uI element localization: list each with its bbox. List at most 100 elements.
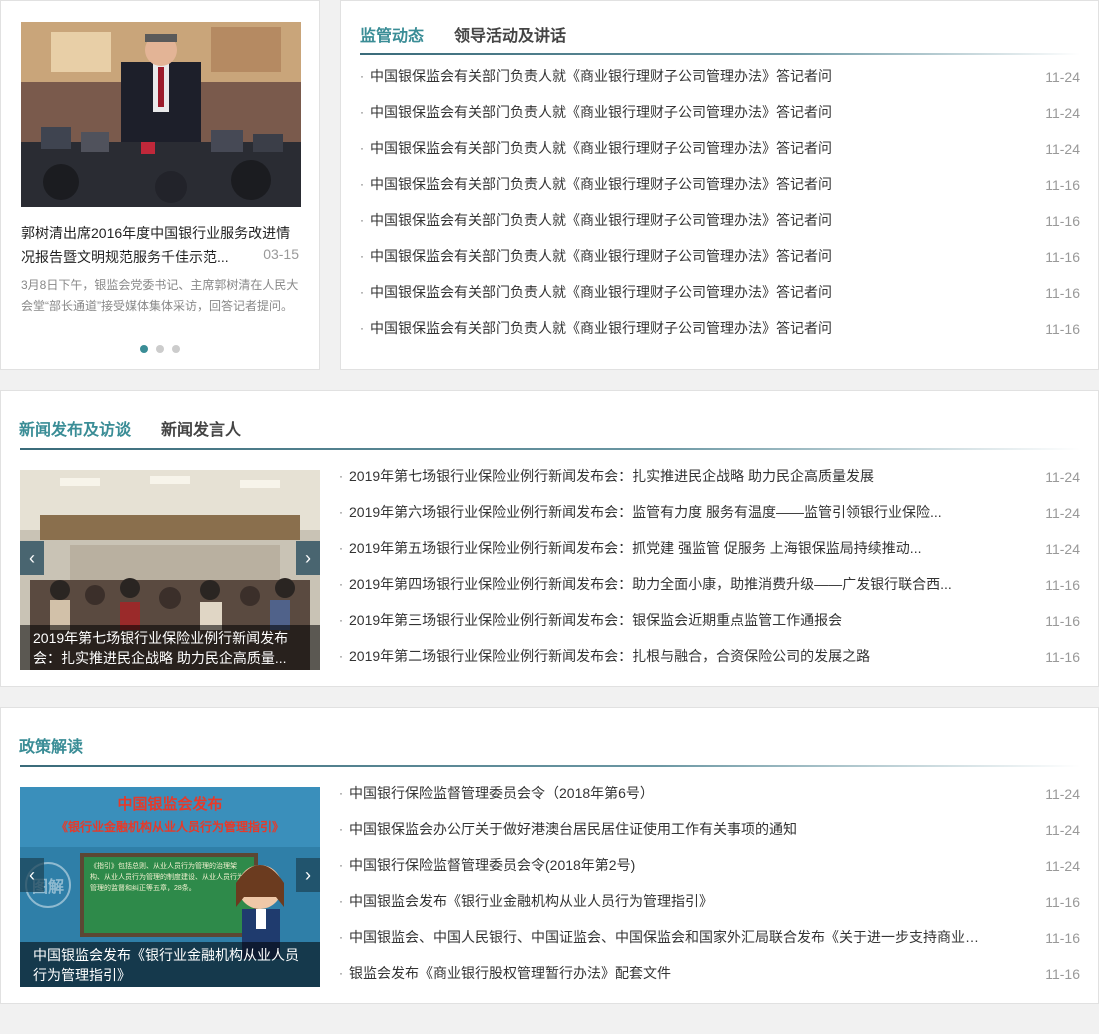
featured-date: 03-15 <box>263 246 299 262</box>
featured-story-panel: 郭树清出席2016年度中国银行业服务改进情况报告暨文明规范服务千佳示范... 0… <box>0 0 320 370</box>
list-item-date: 11-24 <box>1045 469 1080 485</box>
poster-board-text: 《指引》包括总则、从业人员行为管理的治理架构、从业人员行为管理的制度建设、从业人… <box>90 863 244 892</box>
list-item[interactable]: · 中国银保监会有关部门负责人就《商业银行理财子公司管理办法》答记者问 11-16 <box>360 166 1080 202</box>
list-item-title[interactable]: 中国银保监会有关部门负责人就《商业银行理财子公司管理办法》答记者问 <box>370 130 970 166</box>
list-item-title[interactable]: 2019年第三场银行业保险业例行新闻发布会：银保监会近期重点监管工作通报会 <box>349 602 989 638</box>
regulatory-news-list: · 中国银保监会有关部门负责人就《商业银行理财子公司管理办法》答记者问 11-24 … <box>360 58 1080 346</box>
list-item-date: 11-16 <box>1045 577 1080 593</box>
list-item-date: 11-16 <box>1045 966 1080 982</box>
list-item[interactable]: · 中国银行保险监督管理委员会令（2018年第6号） 11-24 <box>339 775 1080 811</box>
list-item-title[interactable]: 中国银监会发布《银行业金融机构从业人员行为管理指引》 <box>349 883 989 919</box>
list-item-date: 11-16 <box>1045 894 1080 910</box>
list-item[interactable]: · 2019年第四场银行业保险业例行新闻发布会：助力全面小康，助推消费升级——广发… <box>339 566 1080 602</box>
list-item-title[interactable]: 2019年第二场银行业保险业例行新闻发布会：扎根与融合，合资保险公司的发展之路 <box>349 638 989 674</box>
carousel-next-button[interactable]: › <box>296 858 320 892</box>
list-item-title[interactable]: 2019年第四场银行业保险业例行新闻发布会：助力全面小康，助推消费升级——广发银… <box>349 566 989 602</box>
press-tabs: 新闻发布及访谈 新闻发言人 <box>19 416 241 440</box>
list-item-title[interactable]: 2019年第五场银行业保险业例行新闻发布会：抓党建 强监管 促服务 上海银保监局… <box>349 530 989 566</box>
list-item-title[interactable]: 中国银保监会有关部门负责人就《商业银行理财子公司管理办法》答记者问 <box>370 274 970 310</box>
press-release-list: · 2019年第七场银行业保险业例行新闻发布会：扎实推进民企战略 助力民企高质量发… <box>339 458 1080 674</box>
list-item-date: 11-16 <box>1045 213 1080 229</box>
bullet: · <box>360 321 364 335</box>
bullet: · <box>339 966 343 980</box>
tab-regulatory-dynamics[interactable]: 监管动态 <box>360 22 424 46</box>
chevron-left-icon: ‹ <box>29 865 35 885</box>
featured-summary: 3月8日下午，银监会党委书记、主席郭树清在人民大会堂“部长通道”接受媒体集体采访… <box>21 278 299 313</box>
bullet: · <box>339 541 343 555</box>
list-item-date: 11-24 <box>1045 141 1080 157</box>
list-item[interactable]: · 中国银保监会有关部门负责人就《商业银行理财子公司管理办法》答记者问 11-16 <box>360 238 1080 274</box>
press-carousel-caption[interactable]: 2019年第七场银行业保险业例行新闻发布会：扎实推进民企战略 助力民企高质量..… <box>20 625 320 670</box>
list-item[interactable]: · 中国银保监会有关部门负责人就《商业银行理财子公司管理办法》答记者问 11-24 <box>360 130 1080 166</box>
list-item[interactable]: · 中国银保监会有关部门负责人就《商业银行理财子公司管理办法》答记者问 11-16 <box>360 274 1080 310</box>
list-item-title[interactable]: 中国银保监会有关部门负责人就《商业银行理财子公司管理办法》答记者问 <box>370 94 970 130</box>
carousel-dot-2[interactable] <box>156 345 164 353</box>
bullet: · <box>339 469 343 483</box>
list-item[interactable]: · 2019年第三场银行业保险业例行新闻发布会：银保监会近期重点监管工作通报会 11… <box>339 602 1080 638</box>
press-carousel[interactable]: ‹ › 2019年第七场银行业保险业例行新闻发布会：扎实推进民企战略 助力民企高… <box>20 470 320 670</box>
carousel-prev-button[interactable]: ‹ <box>20 858 44 892</box>
list-item-title[interactable]: 中国银行保险监督管理委员会令（2018年第6号） <box>349 775 989 811</box>
featured-photo[interactable] <box>21 22 301 207</box>
list-item[interactable]: · 2019年第二场银行业保险业例行新闻发布会：扎根与融合，合资保险公司的发展之路… <box>339 638 1080 674</box>
list-item-title[interactable]: 2019年第六场银行业保险业例行新闻发布会：监管有力度 服务有温度——监管引领银… <box>349 494 989 530</box>
list-item-title[interactable]: 中国银保监会有关部门负责人就《商业银行理财子公司管理办法》答记者问 <box>370 166 970 202</box>
chevron-right-icon: › <box>305 548 311 568</box>
tab-press-releases[interactable]: 新闻发布及访谈 <box>19 416 131 440</box>
list-item-title[interactable]: 中国银保监会有关部门负责人就《商业银行理财子公司管理办法》答记者问 <box>370 310 970 346</box>
bullet: · <box>360 141 364 155</box>
bullet: · <box>339 649 343 663</box>
policy-carousel-caption[interactable]: 中国银监会发布《银行业金融机构从业人员行为管理指引》 <box>20 942 320 987</box>
list-item-title[interactable]: 中国银保监会有关部门负责人就《商业银行理财子公司管理办法》答记者问 <box>370 238 970 274</box>
list-item[interactable]: · 中国银监会、中国人民银行、中国证监会、中国保监会和国家外汇局联合发布《关于进一… <box>339 919 1080 955</box>
list-item[interactable]: · 中国银行保险监督管理委员会令(2018年第2号) 11-24 <box>339 847 1080 883</box>
list-item-title[interactable]: 中国银监会、中国人民银行、中国证监会、中国保监会和国家外汇局联合发布《关于进一步… <box>349 919 989 955</box>
list-item-title[interactable]: 中国银保监会有关部门负责人就《商业银行理财子公司管理办法》答记者问 <box>370 58 970 94</box>
bullet: · <box>339 786 343 800</box>
list-item-date: 11-24 <box>1045 822 1080 838</box>
list-item[interactable]: · 中国银保监会办公厅关于做好港澳台居民居住证使用工作有关事项的通知 11-24 <box>339 811 1080 847</box>
bullet: · <box>339 894 343 908</box>
list-item[interactable]: · 中国银保监会有关部门负责人就《商业银行理财子公司管理办法》答记者问 11-16 <box>360 202 1080 238</box>
list-item[interactable]: · 2019年第五场银行业保险业例行新闻发布会：抓党建 强监管 促服务 上海银保监… <box>339 530 1080 566</box>
tab-policy-interpretation[interactable]: 政策解读 <box>19 733 83 757</box>
bullet: · <box>360 69 364 83</box>
bullet: · <box>360 213 364 227</box>
list-item-date: 11-24 <box>1045 105 1080 121</box>
list-item-title[interactable]: 银监会发布《商业银行股权管理暂行办法》配套文件 <box>349 955 989 991</box>
list-item-title[interactable]: 中国银行保险监督管理委员会令(2018年第2号) <box>349 847 989 883</box>
list-item[interactable]: · 中国银保监会有关部门负责人就《商业银行理财子公司管理办法》答记者问 11-24 <box>360 94 1080 130</box>
list-item-title[interactable]: 中国银保监会办公厅关于做好港澳台居民居住证使用工作有关事项的通知 <box>349 811 989 847</box>
carousel-prev-button[interactable]: ‹ <box>20 541 44 575</box>
carousel-dot-3[interactable] <box>172 345 180 353</box>
list-item[interactable]: · 中国银监会发布《银行业金融机构从业人员行为管理指引》 11-16 <box>339 883 1080 919</box>
list-item-date: 11-24 <box>1045 786 1080 802</box>
featured-title[interactable]: 郭树清出席2016年度中国银行业服务改进情况报告暨文明规范服务千佳示范... <box>21 221 301 269</box>
list-item[interactable]: · 中国银保监会有关部门负责人就《商业银行理财子公司管理办法》答记者问 11-24 <box>360 58 1080 94</box>
list-item-date: 11-24 <box>1045 858 1080 874</box>
tab-spokesperson[interactable]: 新闻发言人 <box>161 416 241 440</box>
policy-carousel[interactable]: 中国银监会发布 《银行业金融机构从业人员行为管理指引》 《指引》包括总则、从业人… <box>20 787 320 987</box>
list-item[interactable]: · 2019年第七场银行业保险业例行新闻发布会：扎实推进民企战略 助力民企高质量发… <box>339 458 1080 494</box>
bullet: · <box>339 577 343 591</box>
bullet: · <box>339 930 343 944</box>
tab-leadership-activities[interactable]: 领导活动及讲话 <box>454 22 566 46</box>
list-item[interactable]: · 2019年第六场银行业保险业例行新闻发布会：监管有力度 服务有温度——监管引领… <box>339 494 1080 530</box>
list-item[interactable]: · 中国银保监会有关部门负责人就《商业银行理财子公司管理办法》答记者问 11-16 <box>360 310 1080 346</box>
bullet: · <box>339 858 343 872</box>
carousel-dot-1[interactable] <box>140 345 148 353</box>
section-divider <box>20 448 1080 450</box>
list-item-title[interactable]: 2019年第七场银行业保险业例行新闻发布会：扎实推进民企战略 助力民企高质量发展 <box>349 458 989 494</box>
regulatory-news-panel: 监管动态 领导活动及讲话 · 中国银保监会有关部门负责人就《商业银行理财子公司管理… <box>340 0 1099 370</box>
list-item[interactable]: · 银监会发布《商业银行股权管理暂行办法》配套文件 11-16 <box>339 955 1080 991</box>
policy-list: · 中国银行保险监督管理委员会令（2018年第6号） 11-24 · 中国银保监会办公… <box>339 775 1080 991</box>
carousel-dots <box>1 345 319 353</box>
regulatory-tabs: 监管动态 领导活动及讲话 <box>360 22 566 46</box>
list-item-date: 11-24 <box>1045 541 1080 557</box>
section-divider <box>360 53 1080 55</box>
list-item-title[interactable]: 中国银保监会有关部门负责人就《商业银行理财子公司管理办法》答记者问 <box>370 202 970 238</box>
list-item-date: 11-16 <box>1045 930 1080 946</box>
list-item-date: 11-16 <box>1045 321 1080 337</box>
bullet: · <box>360 285 364 299</box>
carousel-next-button[interactable]: › <box>296 541 320 575</box>
